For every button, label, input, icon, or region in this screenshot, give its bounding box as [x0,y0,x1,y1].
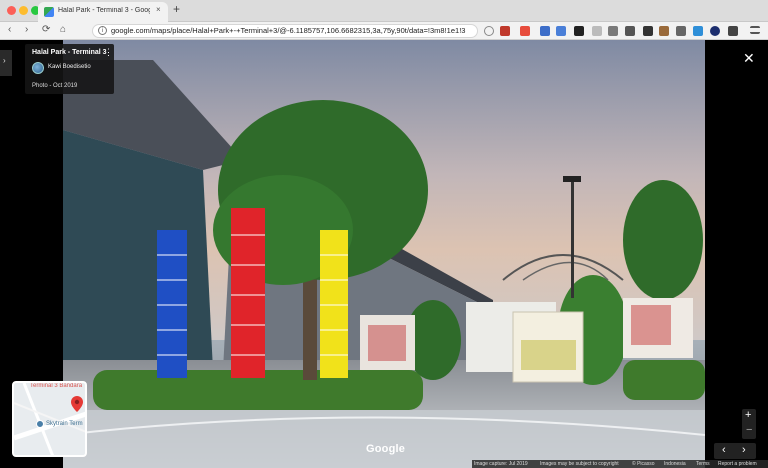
extension-m-icon[interactable] [520,26,530,36]
photo-author[interactable]: © Picasso [632,461,655,467]
pavilion-right-pattern [631,305,671,345]
home-button[interactable]: ⌂ [60,24,66,35]
back-button[interactable]: ‹ [8,24,11,35]
street-scene [63,40,705,468]
url-text[interactable]: google.com/maps/place/Halal+Park+-+Termi… [111,26,471,35]
close-window-button[interactable] [7,6,16,15]
close-street-view-button[interactable]: ✕ [743,50,755,67]
menu-icon[interactable] [750,26,760,34]
country-link[interactable]: Indonesia [664,461,686,467]
site-info-icon[interactable]: i [98,26,107,35]
photo-date: Photo - Oct 2019 [32,83,78,89]
extension-a-icon[interactable] [592,26,602,36]
lamp-post [571,178,574,298]
right-tree [623,180,703,300]
minimap-roads [14,383,85,455]
contributor-name[interactable]: Kawi Boedisetio [48,64,91,70]
tab-title: Halal Park - Terminal 3 - Google M [58,7,150,14]
image-capture-date: Image capture: Jul 2019 [474,461,528,467]
google-logo: Google [366,443,406,455]
extension-translate-icon[interactable] [540,26,550,36]
extension-blue-icon[interactable] [693,26,703,36]
minimap-label-terminal: Terminal 3 Bandara [30,383,83,389]
minimap-label-skytrain: Skytrain Term [46,421,83,427]
street-view-viewer[interactable]: › Halal Park - Terminal 3 ⋮ Kawi Boedise… [0,40,768,468]
place-info-card[interactable]: Halal Park - Terminal 3 ⋮ Kawi Boediseti… [25,44,114,94]
browser-toolbar: ‹ › ⟳ ⌂ i google.com/maps/place/Halal+Pa… [0,22,768,40]
more-options-icon[interactable]: ⋮ [104,48,113,57]
attribution-footer: Image capture: Jul 2019 Images may be su… [472,460,768,468]
hedge-right [623,360,705,400]
browser-tab[interactable]: Halal Park - Terminal 3 - Google M × [38,2,168,22]
forward-button[interactable]: › [25,24,28,35]
lamp-head [563,176,581,182]
street-view-photo[interactable] [63,40,705,468]
board-graphic [521,340,576,370]
photo-navigation: ‹ › [714,443,756,459]
address-bar[interactable]: i google.com/maps/place/Halal+Park+-+Ter… [92,24,478,38]
extension-grid-icon[interactable] [676,26,686,36]
tab-close-icon[interactable]: × [156,5,161,14]
zoom-out-button[interactable]: − [746,424,752,436]
pavilion-pattern [368,325,406,361]
contributor-avatar[interactable] [32,62,44,74]
extension-docs-icon[interactable] [556,26,566,36]
extension-box-icon[interactable] [574,26,584,36]
zoom-icon[interactable] [484,26,494,36]
browser-window: Halal Park - Terminal 3 - Google M × + ‹… [0,0,768,468]
side-panel-toggle[interactable]: › [0,50,12,76]
extension-circle-icon[interactable] [608,26,618,36]
location-pin-icon [71,396,83,412]
extension-shield-icon[interactable] [500,26,510,36]
google-maps-favicon-icon [44,7,54,17]
report-problem-link[interactable]: Report a problem [718,461,757,467]
extension-stack-icon[interactable] [728,26,738,36]
terminal-glass-facade [63,130,213,380]
place-name[interactable]: Halal Park - Terminal 3 [32,49,107,56]
chevron-right-icon: › [3,56,6,65]
copyright-notice: Images may be subject to copyright [540,461,619,467]
extension-dot-icon[interactable] [710,26,720,36]
tab-bar: Halal Park - Terminal 3 - Google M × + [0,0,768,22]
new-tab-button[interactable]: + [173,2,180,16]
blue-pillar [157,230,187,378]
next-photo-button[interactable]: › [742,444,746,456]
terms-link[interactable]: Terms [696,461,710,467]
zoom-in-button[interactable]: + [745,409,751,421]
minimize-window-button[interactable] [19,6,28,15]
extension-camera-icon[interactable] [625,26,635,36]
zoom-controls: + − [742,409,756,439]
minimap[interactable]: Terminal 3 Bandara Skytrain Term [12,381,87,457]
reload-button[interactable]: ⟳ [42,24,50,35]
extension-terminal-icon[interactable] [643,26,653,36]
yellow-pillar [320,230,348,378]
extension-glasses-icon[interactable] [659,26,669,36]
previous-photo-button[interactable]: ‹ [722,444,726,456]
skytrain-station-icon [36,420,44,428]
red-pillar [231,208,265,378]
